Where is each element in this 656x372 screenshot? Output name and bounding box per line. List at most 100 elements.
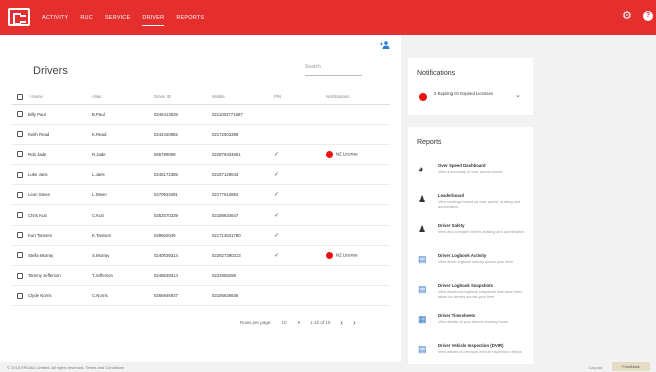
cell-name: Clyde Norris (28, 285, 92, 307)
report-icon: ♟ (418, 224, 427, 234)
row-checkbox[interactable] (17, 191, 23, 198)
cell-name: Keith Read (28, 124, 92, 145)
cell-alias: L.Jaris (92, 164, 154, 186)
col-alias[interactable]: Alias (92, 90, 154, 105)
cell-notification (326, 225, 390, 246)
cell-name: Tammy Jefferson (28, 265, 92, 287)
cell-alias: L.Steen (92, 184, 154, 206)
table-row[interactable]: Luke Jaris L.Jaris 0245172385 02157129043 ✓ (12, 164, 390, 186)
alert-dot-icon (326, 150, 333, 158)
col-notifications[interactable]: Notifications (326, 90, 390, 105)
report-icon: ▦ (418, 314, 427, 324)
nav-reports[interactable]: REPORTS (176, 15, 204, 21)
chevron-down-icon[interactable]: ⌄ (515, 91, 521, 99)
notification-text: 2 Expiring Or Expired Licenses (434, 91, 493, 96)
cell-alias: B.Paul (92, 104, 154, 125)
table-row[interactable]: Billy Paul B.Paul 0246413026 0211003771687 (12, 104, 390, 125)
cell-notification (326, 285, 390, 307)
nav-ruc[interactable]: RUC (80, 15, 93, 21)
select-all-checkbox[interactable] (17, 93, 23, 100)
col-pin[interactable]: PIN (274, 90, 326, 105)
alert-dot-icon (326, 251, 333, 259)
cell-mobile: 02177610894 (212, 184, 274, 206)
report-icon: ▤ (418, 344, 427, 354)
row-checkbox[interactable] (17, 171, 23, 178)
cell-driver-id: 0246413026 (154, 104, 212, 125)
cell-pin: ✓ (274, 184, 326, 206)
row-checkbox[interactable] (17, 212, 23, 219)
report-title: Driver Timesheets (438, 313, 476, 318)
nav-service[interactable]: SERVICE (105, 15, 130, 21)
cell-pin: ✓ (274, 245, 326, 267)
gear-icon[interactable]: ⚙ (622, 11, 633, 22)
cell-mobile: 021714531780 (212, 225, 274, 246)
table-row[interactable]: Stella Murray S.Murray 0240639314 022827390… (12, 245, 390, 267)
nav-activity[interactable]: ACTIVITY (42, 15, 68, 21)
prev-page-icon[interactable]: ‹ (340, 318, 343, 327)
table-row[interactable]: Leon Steen L.Steen 0270933391 02177610894 ✓ (12, 184, 390, 206)
cell-notification: NZ License (326, 144, 390, 166)
report-description: View details of your drivers working hou… (438, 320, 508, 324)
table-row[interactable]: Kurt Tamsen K.Tamsen 029662049 021714531780… (12, 225, 390, 246)
alert-dot-icon (419, 93, 427, 101)
cell-notification (326, 204, 390, 226)
table-row[interactable]: Rob Jade R.Jade 056789099 022879334651 ✓ NZ L… (12, 144, 390, 166)
col-mobile[interactable]: Mobile (212, 90, 274, 105)
cell-alias: C.Kuti (92, 204, 154, 226)
col-driver-id[interactable]: Driver ID (154, 90, 212, 105)
cell-name: Luke Jaris (28, 164, 92, 186)
row-checkbox[interactable] (17, 272, 23, 279)
rows-per-page-select[interactable]: 10 ▾ (282, 320, 301, 326)
cell-mobile: 02172503385 (212, 124, 274, 145)
search-input[interactable]: Search (305, 64, 362, 76)
cell-mobile: 0222858298 (212, 265, 274, 287)
table-row[interactable]: Chris Kuti C.Kuti 0252570339 02188634647 ✓ (12, 204, 390, 226)
report-icon: ♟ (418, 194, 427, 204)
row-checkbox[interactable] (17, 292, 23, 299)
footer-copyright: © 2016 EROAD Limited. All rights reserve… (7, 365, 125, 370)
logout-link[interactable]: Log out (589, 365, 602, 370)
row-checkbox[interactable] (17, 252, 23, 259)
cell-pin (274, 285, 326, 307)
cell-name: Chris Kuti (28, 204, 92, 226)
report-icon: ◕ (418, 164, 424, 174)
cell-mobile: 022879334651 (212, 144, 274, 166)
table-row[interactable]: Keith Read K.Read 0244420982 02172503385 (12, 124, 390, 145)
table-row[interactable]: Tammy Jefferson T.Jefferson 0248639314 0222… (12, 265, 390, 287)
row-checkbox[interactable] (17, 131, 23, 138)
cell-mobile: 02188634647 (212, 204, 274, 226)
notification-label: NZ License (336, 151, 358, 157)
cell-name: Rob Jade (28, 144, 92, 166)
cell-alias: S.Murray (92, 245, 154, 267)
nav-driver[interactable]: DRIVER (142, 15, 165, 26)
reports-card: Reports ◕ Over Speed Dashboard View a summ… (408, 127, 533, 364)
notifications-card: Notifications 2 Expiring Or Expired Lice… (408, 58, 533, 115)
report-title: Driver Logbook Snapshots (438, 283, 493, 288)
cell-alias: K.Tamsen (92, 225, 154, 246)
feedback-button[interactable]: Feedback (612, 362, 650, 371)
cell-driver-id: 0244420982 (154, 124, 212, 145)
cell-pin: ✓ (274, 164, 326, 186)
next-page-icon[interactable]: › (353, 318, 356, 327)
eroad-logo[interactable] (8, 8, 30, 26)
report-title: Driver Vehicle Inspection (DVIR) (438, 343, 504, 348)
report-description: View and compare drivers braking and acc… (438, 230, 525, 234)
cell-pin: ✓ (274, 144, 326, 166)
table-row[interactable]: Clyde Norris C.Norris 0266946937 0218563683… (12, 285, 390, 307)
page-title: Drivers (33, 65, 68, 77)
report-icon: ▤ (418, 284, 427, 294)
help-icon[interactable]: ? (643, 11, 653, 21)
report-title: Over Speed Dashboard (438, 163, 486, 168)
notification-label: NZ License (336, 252, 358, 258)
row-checkbox[interactable] (17, 111, 23, 118)
cell-driver-id: 0270933391 (154, 184, 212, 206)
drivers-table: ↑ Name Alias Driver ID Mobile PIN Notifi… (12, 90, 390, 307)
row-checkbox[interactable] (17, 151, 23, 158)
col-name[interactable]: ↑ Name (28, 90, 92, 105)
cell-driver-id: 0266946937 (154, 285, 212, 307)
report-description: View a summary of over speed events (438, 170, 503, 174)
cell-notification: NZ License (326, 245, 390, 267)
add-user-icon[interactable] (380, 41, 390, 49)
cell-driver-id: 0248639314 (154, 265, 212, 287)
row-checkbox[interactable] (17, 232, 23, 239)
